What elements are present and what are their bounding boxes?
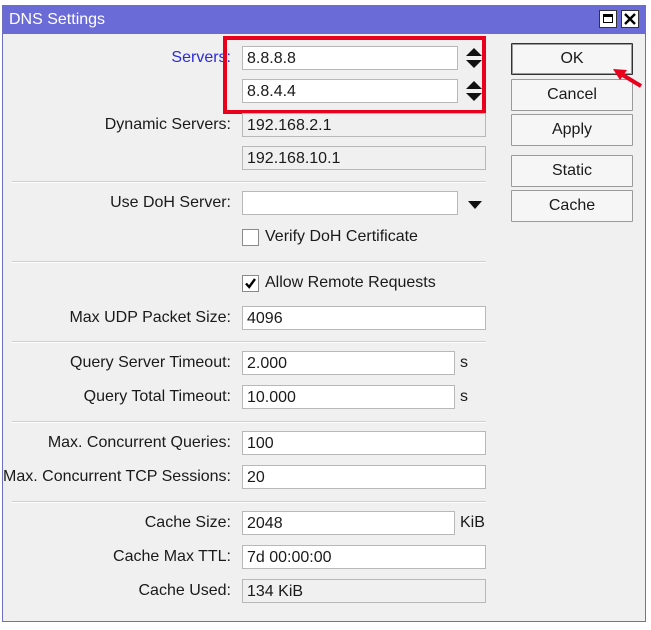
separator bbox=[12, 261, 486, 263]
query-server-timeout-unit: s bbox=[460, 354, 468, 371]
cache-max-ttl-field[interactable]: 7d 00:00:00 bbox=[242, 545, 486, 569]
cache-size-label: Cache Size: bbox=[144, 514, 231, 531]
dynamic-server-field-2: 192.168.10.1 bbox=[242, 146, 486, 170]
separator bbox=[12, 341, 486, 343]
query-total-timeout-label: Query Total Timeout: bbox=[83, 388, 231, 405]
verify-doh-label: Verify DoH Certificate bbox=[265, 228, 418, 245]
cache-size-field[interactable]: 2048 bbox=[242, 511, 455, 535]
separator bbox=[12, 421, 486, 423]
max-udp-field[interactable]: 4096 bbox=[242, 306, 486, 330]
red-arrow-icon bbox=[613, 69, 643, 88]
max-concurrent-tcp-label: Max. Concurrent TCP Sessions: bbox=[3, 468, 231, 485]
checkmark-icon bbox=[245, 278, 256, 289]
cache-max-ttl-label: Cache Max TTL: bbox=[113, 548, 231, 565]
query-server-timeout-field[interactable]: 2.000 bbox=[242, 351, 455, 375]
cache-size-unit: KiB bbox=[460, 514, 485, 531]
dynamic-servers-label: Dynamic Servers: bbox=[104, 116, 231, 133]
max-concurrent-queries-field[interactable]: 100 bbox=[242, 431, 486, 455]
allow-remote-label: Allow Remote Requests bbox=[265, 274, 436, 291]
cache-used-label: Cache Used: bbox=[138, 582, 232, 599]
doh-server-select[interactable] bbox=[242, 191, 458, 215]
separator bbox=[12, 501, 486, 503]
query-total-timeout-unit: s bbox=[460, 388, 468, 405]
dynamic-server-field-1: 192.168.2.1 bbox=[242, 113, 486, 137]
triangle-down-icon[interactable] bbox=[467, 200, 483, 210]
maximize-icon[interactable] bbox=[599, 10, 617, 28]
cache-button[interactable]: Cache bbox=[511, 190, 633, 222]
cache-used-field: 134 KiB bbox=[242, 579, 486, 603]
close-icon[interactable] bbox=[621, 10, 639, 28]
window-title: DNS Settings bbox=[9, 11, 106, 28]
separator bbox=[12, 181, 486, 183]
query-server-timeout-label: Query Server Timeout: bbox=[70, 354, 231, 371]
title-bar[interactable]: DNS Settings bbox=[3, 6, 645, 34]
servers-highlight-box bbox=[223, 36, 486, 114]
static-button[interactable]: Static bbox=[511, 155, 633, 187]
max-udp-label: Max UDP Packet Size: bbox=[69, 309, 231, 326]
dns-settings-window: DNS Settings Servers: 8.8.8.8 8.8.4.4 Dy… bbox=[2, 5, 646, 622]
query-total-timeout-field[interactable]: 10.000 bbox=[242, 385, 455, 409]
doh-server-label: Use DoH Server: bbox=[110, 194, 231, 211]
max-concurrent-tcp-field[interactable]: 20 bbox=[242, 465, 486, 489]
apply-button[interactable]: Apply bbox=[511, 114, 633, 146]
verify-doh-checkbox[interactable] bbox=[242, 229, 259, 246]
max-concurrent-queries-label: Max. Concurrent Queries: bbox=[47, 434, 231, 451]
allow-remote-checkbox[interactable] bbox=[242, 275, 259, 292]
